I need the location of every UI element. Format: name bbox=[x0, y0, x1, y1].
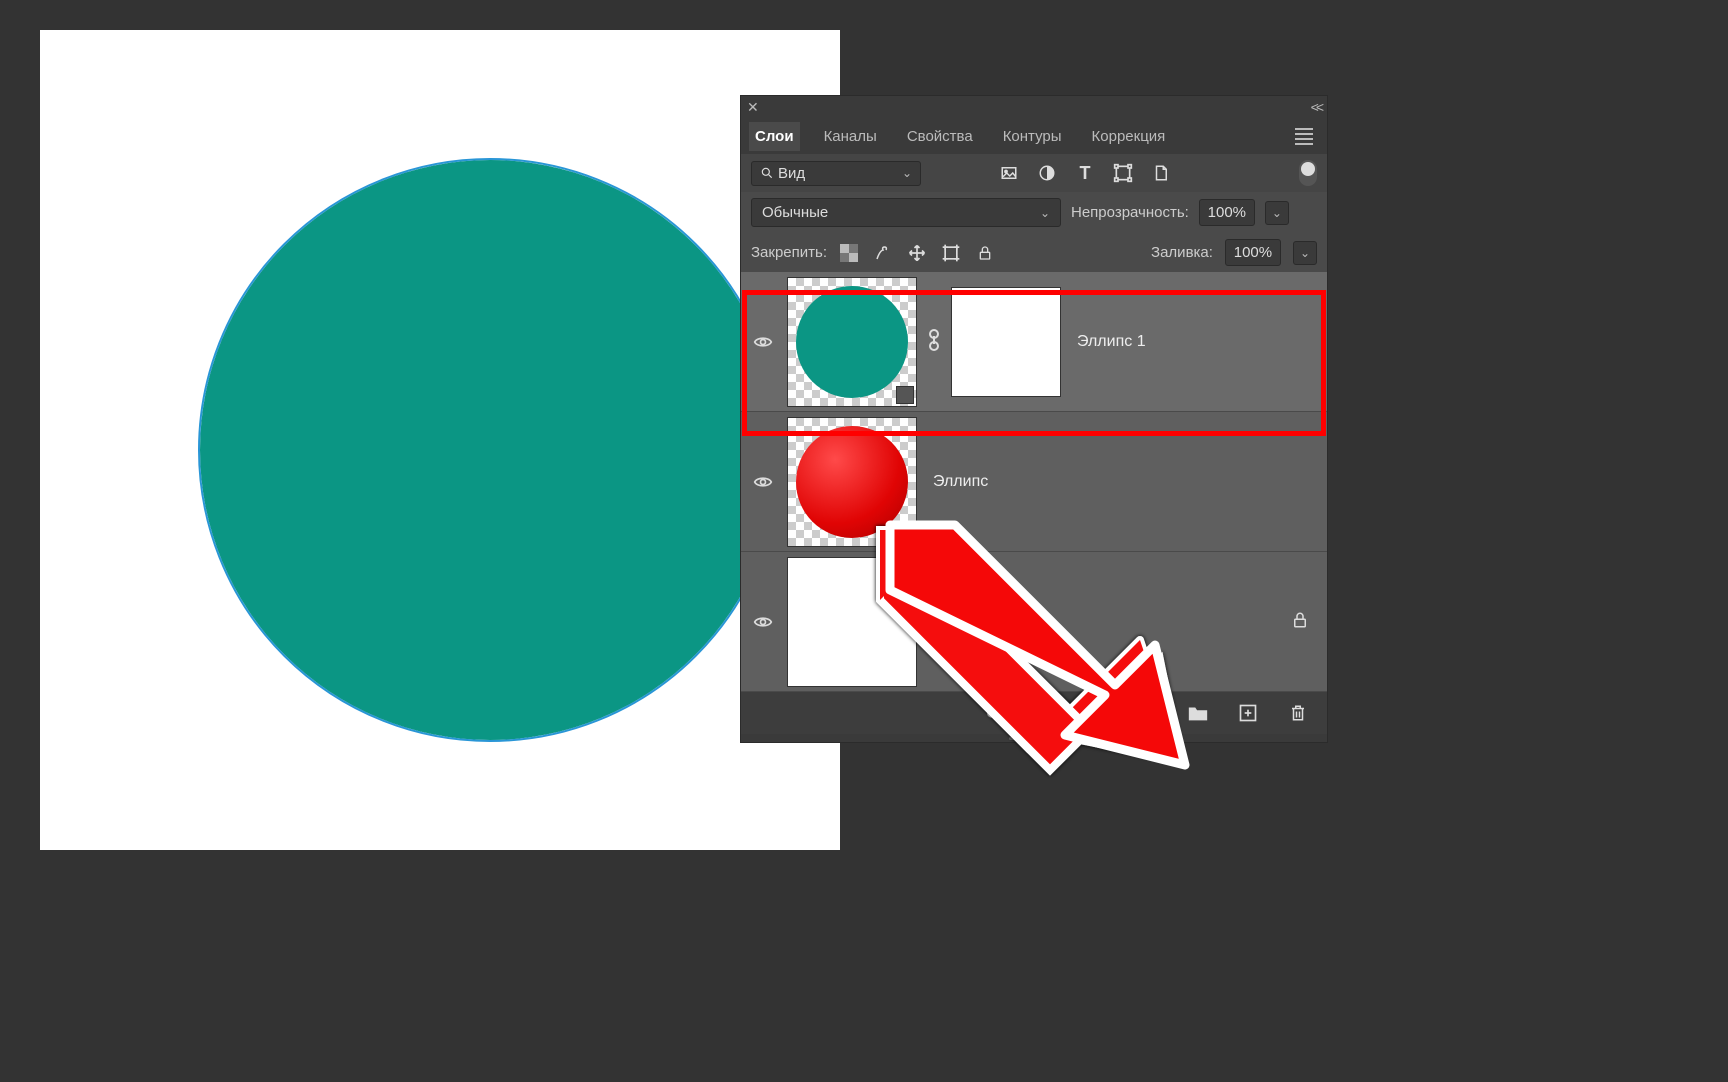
filter-pixel-icon[interactable] bbox=[999, 163, 1019, 183]
filter-adjustment-icon[interactable] bbox=[1037, 163, 1057, 183]
layer-filter-row: Вид ⌄ T bbox=[741, 154, 1327, 192]
filter-type-dropdown[interactable]: Вид ⌄ bbox=[751, 161, 921, 186]
new-layer-icon[interactable] bbox=[1237, 702, 1259, 724]
lock-artboard-icon[interactable] bbox=[941, 243, 961, 263]
visibility-toggle[interactable] bbox=[749, 332, 777, 352]
tab-properties[interactable]: Свойства bbox=[901, 122, 979, 151]
layer-style-icon[interactable]: fx▾ bbox=[1037, 702, 1059, 724]
lock-transparent-icon[interactable] bbox=[839, 243, 859, 263]
fill-value[interactable]: 100% bbox=[1225, 239, 1281, 266]
layer-name[interactable]: Эллипс bbox=[933, 473, 988, 491]
layer-thumbnail[interactable] bbox=[787, 417, 917, 547]
blend-mode-dropdown[interactable]: Обычные ⌄ bbox=[751, 198, 1061, 227]
lock-label: Закрепить: bbox=[751, 244, 827, 261]
lock-icons bbox=[839, 243, 995, 263]
artboard[interactable] bbox=[40, 30, 840, 850]
close-icon[interactable]: ✕ bbox=[747, 99, 759, 116]
layers-list: Эллипс 1 Эллипс Фон bbox=[741, 272, 1327, 692]
add-mask-icon[interactable] bbox=[1087, 702, 1109, 724]
layer-name[interactable]: Эллипс 1 bbox=[1077, 333, 1146, 351]
tab-layers[interactable]: Слои bbox=[749, 122, 800, 151]
layers-panel: ✕ << Слои Каналы Свойства Контуры Коррек… bbox=[740, 95, 1328, 743]
fill-stepper[interactable]: ⌄ bbox=[1293, 241, 1317, 265]
new-adjustment-layer-icon[interactable]: ▾ bbox=[1137, 702, 1159, 724]
layer-thumbnail[interactable] bbox=[787, 557, 917, 687]
eye-icon bbox=[753, 472, 773, 492]
delete-layer-icon[interactable] bbox=[1287, 702, 1309, 724]
canvas-ellipse-shape[interactable] bbox=[200, 160, 780, 740]
fill-label: Заливка: bbox=[1151, 244, 1213, 261]
layer-thumbnail[interactable] bbox=[787, 277, 917, 407]
tab-paths[interactable]: Контуры bbox=[997, 122, 1068, 151]
lock-all-icon[interactable] bbox=[975, 243, 995, 263]
chevron-down-icon: ⌄ bbox=[1040, 206, 1050, 220]
panel-bottom-bar: fx▾ ▾ bbox=[741, 692, 1327, 734]
lock-position-icon[interactable] bbox=[907, 243, 927, 263]
tab-adjustments[interactable]: Коррекция bbox=[1086, 122, 1172, 151]
chevron-down-icon: ⌄ bbox=[902, 166, 912, 180]
opacity-stepper[interactable]: ⌄ bbox=[1265, 201, 1289, 225]
layer-name[interactable]: Фон bbox=[933, 613, 963, 631]
layer-row-ellipse[interactable]: Эллипс bbox=[741, 412, 1327, 552]
filter-icons: T bbox=[999, 163, 1171, 183]
eye-icon bbox=[753, 332, 773, 352]
panel-tabs: Слои Каналы Свойства Контуры Коррекция bbox=[741, 118, 1327, 154]
lock-fill-row: Закрепить: Заливка: 100% ⌄ bbox=[741, 233, 1327, 272]
filter-smartobject-icon[interactable] bbox=[1151, 163, 1171, 183]
visibility-toggle[interactable] bbox=[749, 472, 777, 492]
blend-opacity-row: Обычные ⌄ Непрозрачность: 100% ⌄ bbox=[741, 192, 1327, 233]
link-layers-icon[interactable] bbox=[987, 702, 1009, 724]
filter-type-icon[interactable]: T bbox=[1075, 163, 1095, 183]
tab-channels[interactable]: Каналы bbox=[818, 122, 883, 151]
opacity-label: Непрозрачность: bbox=[1071, 204, 1189, 221]
new-group-icon[interactable] bbox=[1187, 702, 1209, 724]
layer-row-background[interactable]: Фон bbox=[741, 552, 1327, 692]
blend-mode-value: Обычные bbox=[762, 204, 828, 221]
shape-badge-icon bbox=[896, 386, 914, 404]
filter-toggle[interactable] bbox=[1299, 160, 1317, 186]
layer-mask-thumbnail[interactable] bbox=[951, 287, 1061, 397]
collapse-icon[interactable]: << bbox=[1311, 99, 1321, 115]
layer-lock-icon[interactable] bbox=[1291, 611, 1309, 633]
panel-titlebar: ✕ << bbox=[741, 96, 1327, 118]
panel-resize-grip[interactable] bbox=[741, 734, 1327, 742]
layer-row-ellipse-1[interactable]: Эллипс 1 bbox=[741, 272, 1327, 412]
filter-shape-icon[interactable] bbox=[1113, 163, 1133, 183]
lock-image-icon[interactable] bbox=[873, 243, 893, 263]
opacity-value[interactable]: 100% bbox=[1199, 199, 1255, 226]
link-mask-icon[interactable] bbox=[927, 328, 941, 356]
filter-type-label: Вид bbox=[778, 165, 902, 182]
visibility-toggle[interactable] bbox=[749, 612, 777, 632]
eye-icon bbox=[753, 612, 773, 632]
search-icon bbox=[760, 166, 774, 180]
panel-menu-icon[interactable] bbox=[1289, 122, 1319, 151]
